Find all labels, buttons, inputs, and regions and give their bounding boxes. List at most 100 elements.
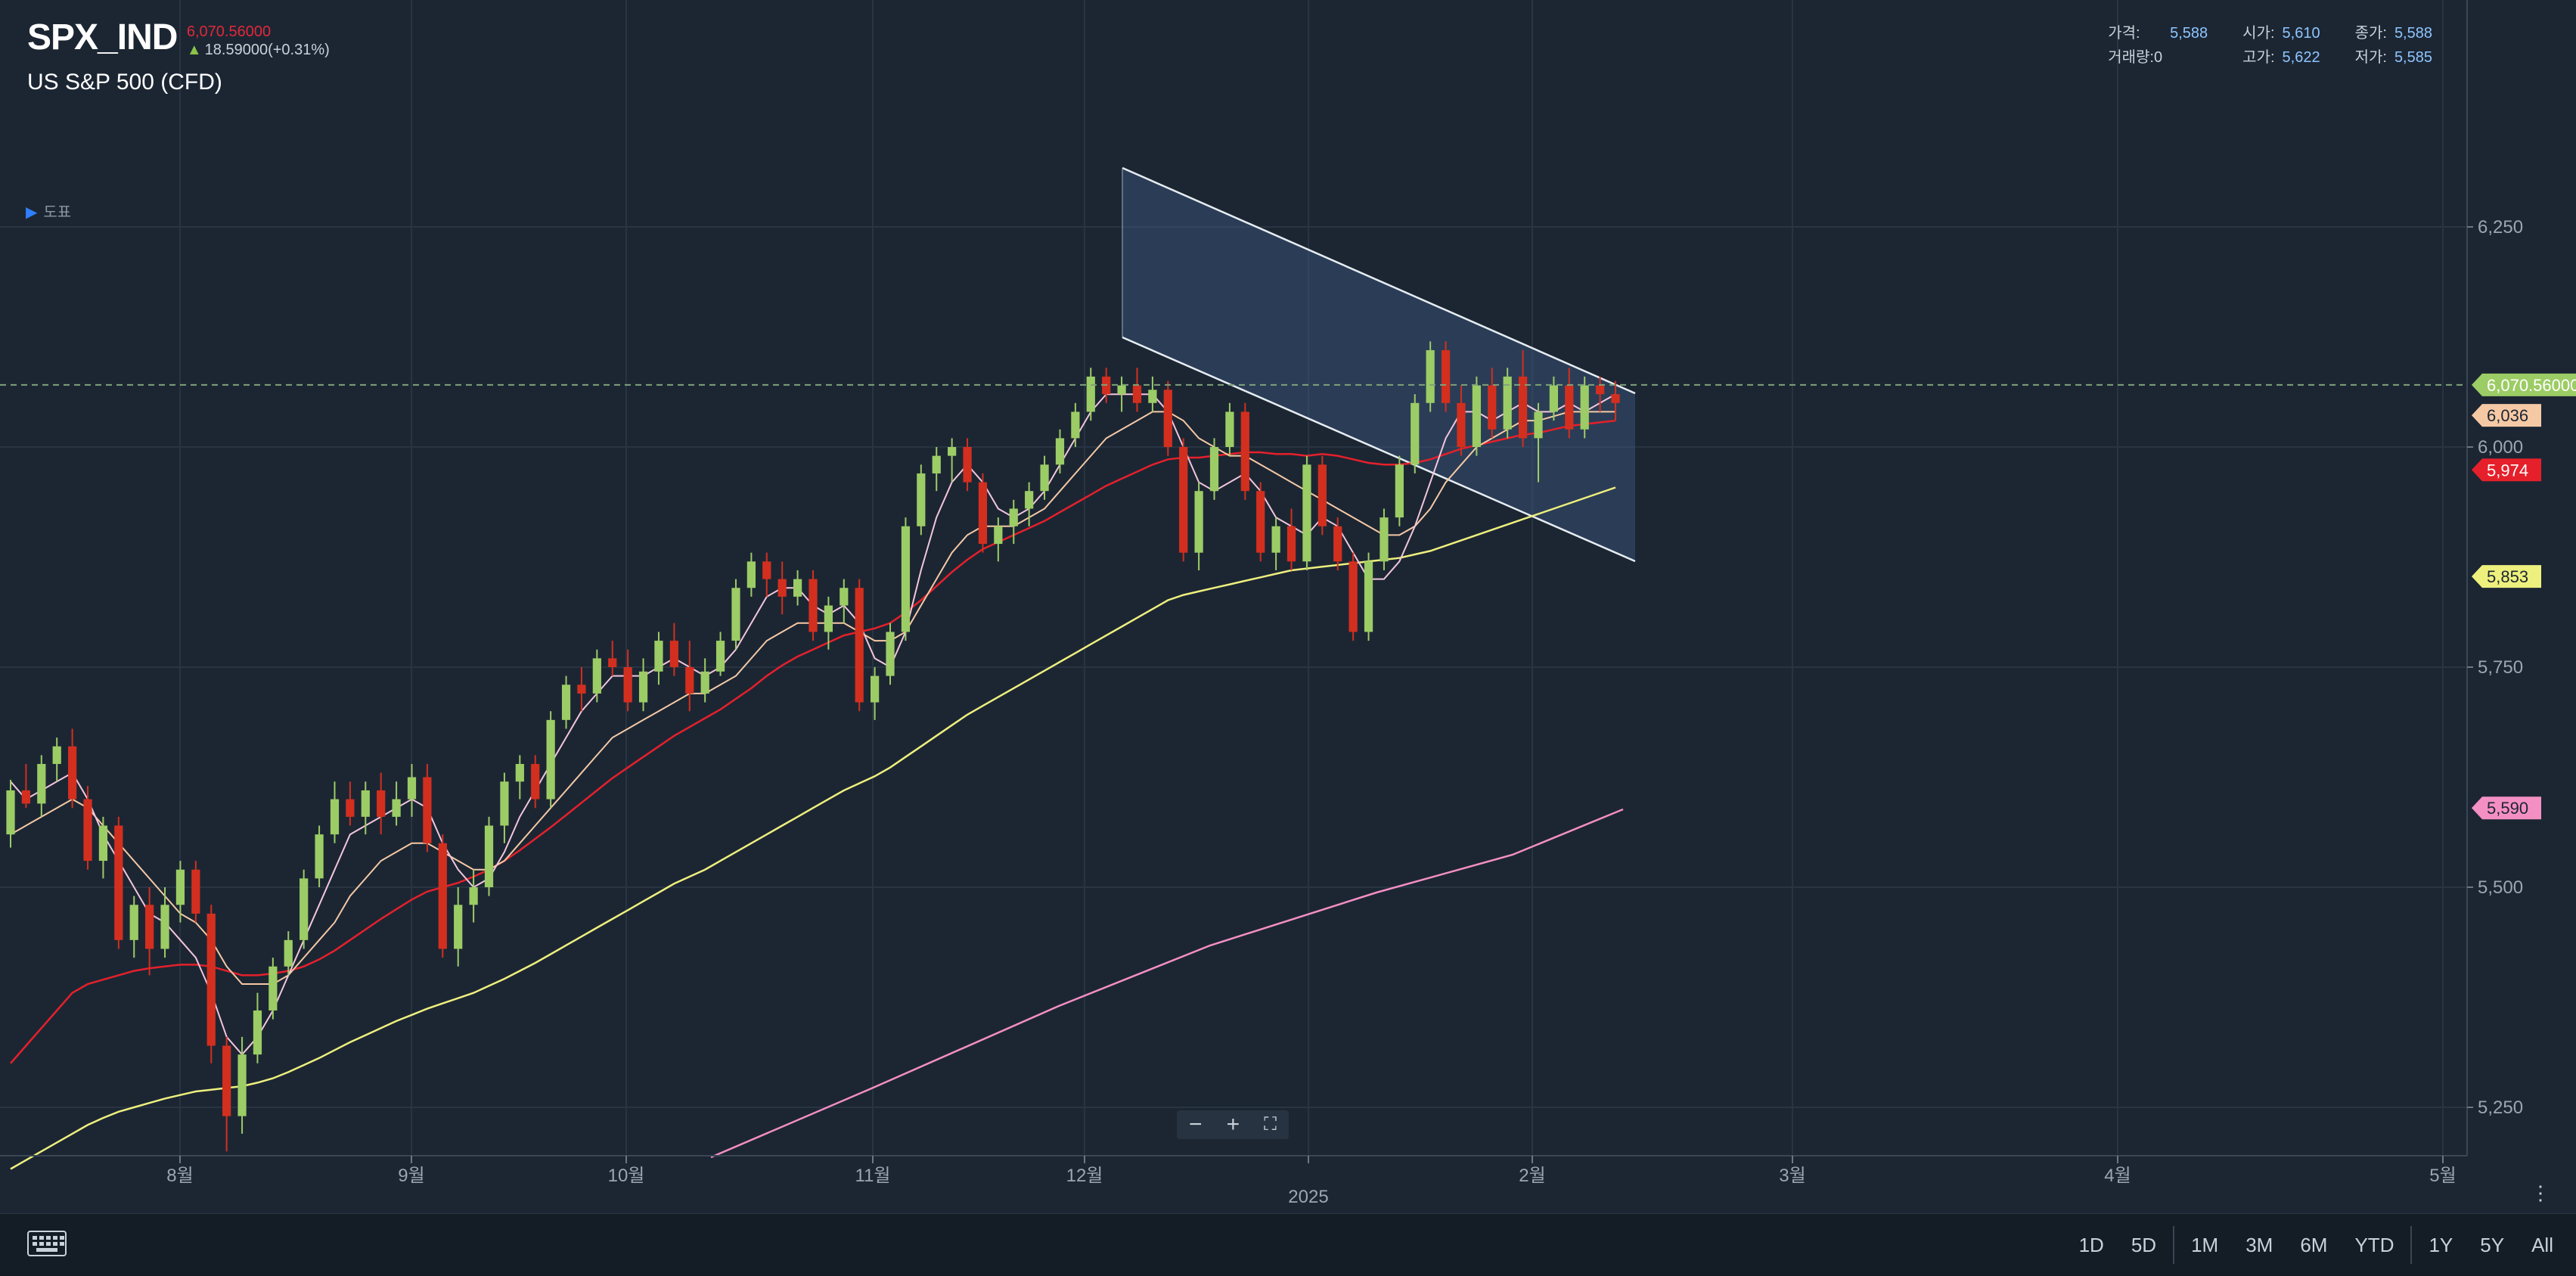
price-label: 가격: [2108,25,2140,42]
candle-body [361,790,370,817]
candle-body [423,777,432,843]
candle-body [901,526,911,632]
candle-body [1148,390,1157,403]
open-label: 시가: [2242,25,2275,42]
candle-body [1194,491,1203,553]
range-ytd[interactable]: YTD [2354,1234,2394,1257]
ma-200-line [710,808,1624,1159]
price-tag: 5,974 [2472,458,2541,482]
candle-body [1055,438,1065,465]
moving-averages [10,393,1624,1170]
candle-body [114,825,123,940]
candle-body [1225,411,1234,447]
range-3m[interactable]: 3M [2245,1234,2273,1257]
candle-body [531,764,540,799]
change-value: 18.59000(+0.31%) [204,42,330,58]
candle-body [1209,447,1219,492]
ma-20-line [10,411,1615,985]
candle-body [253,1010,262,1055]
candle-body [793,579,802,597]
candle-body [994,526,1003,545]
candle-body [160,905,169,949]
x-axis: 8월 9월 10월 11월 12월 2월 3월 4월 5월 2025 [0,1155,2467,1207]
range-5d[interactable]: 5D [2131,1234,2156,1257]
year-label: 2025 [1288,1187,1328,1207]
open-value: 5,610 [2282,25,2320,42]
candle-body [454,905,463,949]
candle-body [438,843,447,949]
last-price: 6,070.56000 [186,23,272,40]
candle-body [469,887,478,905]
ma-10-line [10,393,1616,1056]
x-tick-label: 2월 [1519,1166,1545,1186]
candle-body [1349,561,1358,632]
fit-screen-icon[interactable]: ⛶ [1264,1113,1277,1136]
candle-body [52,746,61,765]
candle-body [731,588,740,641]
candle-body [685,667,694,694]
x-tick-label: 5월 [2429,1166,2456,1186]
keyboard-icon[interactable] [27,1231,67,1256]
price-tag-label: 6,036 [2487,406,2528,425]
candle-body [824,605,833,632]
candle-body [98,825,108,862]
candle-body [623,667,632,703]
candle-body [1179,447,1188,553]
price-tag-label: 5,853 [2487,567,2528,586]
price-tag: 5,590 [2472,796,2541,820]
candle-body [315,834,324,879]
more-menu-icon[interactable]: ⋮ [2531,1183,2550,1203]
x-tick-label: 9월 [398,1166,424,1186]
candle-body [175,869,185,905]
candle-body [1256,491,1265,553]
candle-body [6,790,15,835]
candle-body [871,675,880,703]
candle-body [777,579,787,597]
zoom-in-button[interactable]: + [1227,1113,1240,1136]
indicator-toggle[interactable]: ▶ 도표 [26,200,71,222]
range-5y[interactable]: 5Y [2480,1234,2504,1257]
price-tag-label: 5,974 [2487,461,2528,480]
price-tag: 6,036 [2472,404,2541,427]
up-arrow-icon: ▲ [186,42,202,58]
price-chart[interactable]: 6,2506,0005,7505,5005,250 6,070.560006,0… [0,0,2576,1213]
candle-body [1286,526,1296,562]
bottom-toolbar: 1D 5D 1M 3M 6M YTD 1Y 5Y All [0,1213,2576,1276]
candle-body [762,561,771,579]
candle-body [500,781,509,826]
candle-body [1426,349,1435,403]
price-value: 5,588 [2170,25,2208,42]
candle-body [222,1045,231,1116]
candle-body [237,1054,247,1116]
candle-body [654,641,663,672]
range-1d[interactable]: 1D [2079,1234,2104,1257]
candle-body [392,799,401,817]
instrument-name: US S&P 500 (CFD) [27,70,222,95]
y-tick-label: 6,000 [2478,437,2523,458]
range-1m[interactable]: 1M [2191,1234,2218,1257]
range-all[interactable]: All [2531,1234,2553,1257]
candle-body [1595,385,1605,395]
range-1y[interactable]: 1Y [2429,1234,2453,1257]
triangle-right-icon: ▶ [26,204,38,221]
candle-body [746,561,756,588]
price-change: ▲ 18.59000(+0.31%) [187,41,330,59]
y-tick-label: 6,250 [2478,217,2523,238]
price-tag: 6,070.56000 [2472,373,2576,396]
candle-body [407,777,417,799]
candle-body [561,685,571,720]
zoom-out-button[interactable]: − [1189,1113,1203,1136]
low-label: 저가: [2354,49,2387,66]
y-tick-label: 5,750 [2478,657,2523,678]
candle-body [669,641,678,667]
high-label: 고가: [2242,49,2275,66]
symbol: SPX_IND [27,17,178,57]
candle-body [1333,526,1342,562]
candle-body [577,685,586,694]
candle-body [886,632,895,676]
candle-body [1302,464,1311,562]
candle-body [855,588,864,703]
volume-value: 0 [2153,49,2163,66]
range-6m[interactable]: 6M [2300,1234,2327,1257]
candle-body [191,869,200,914]
